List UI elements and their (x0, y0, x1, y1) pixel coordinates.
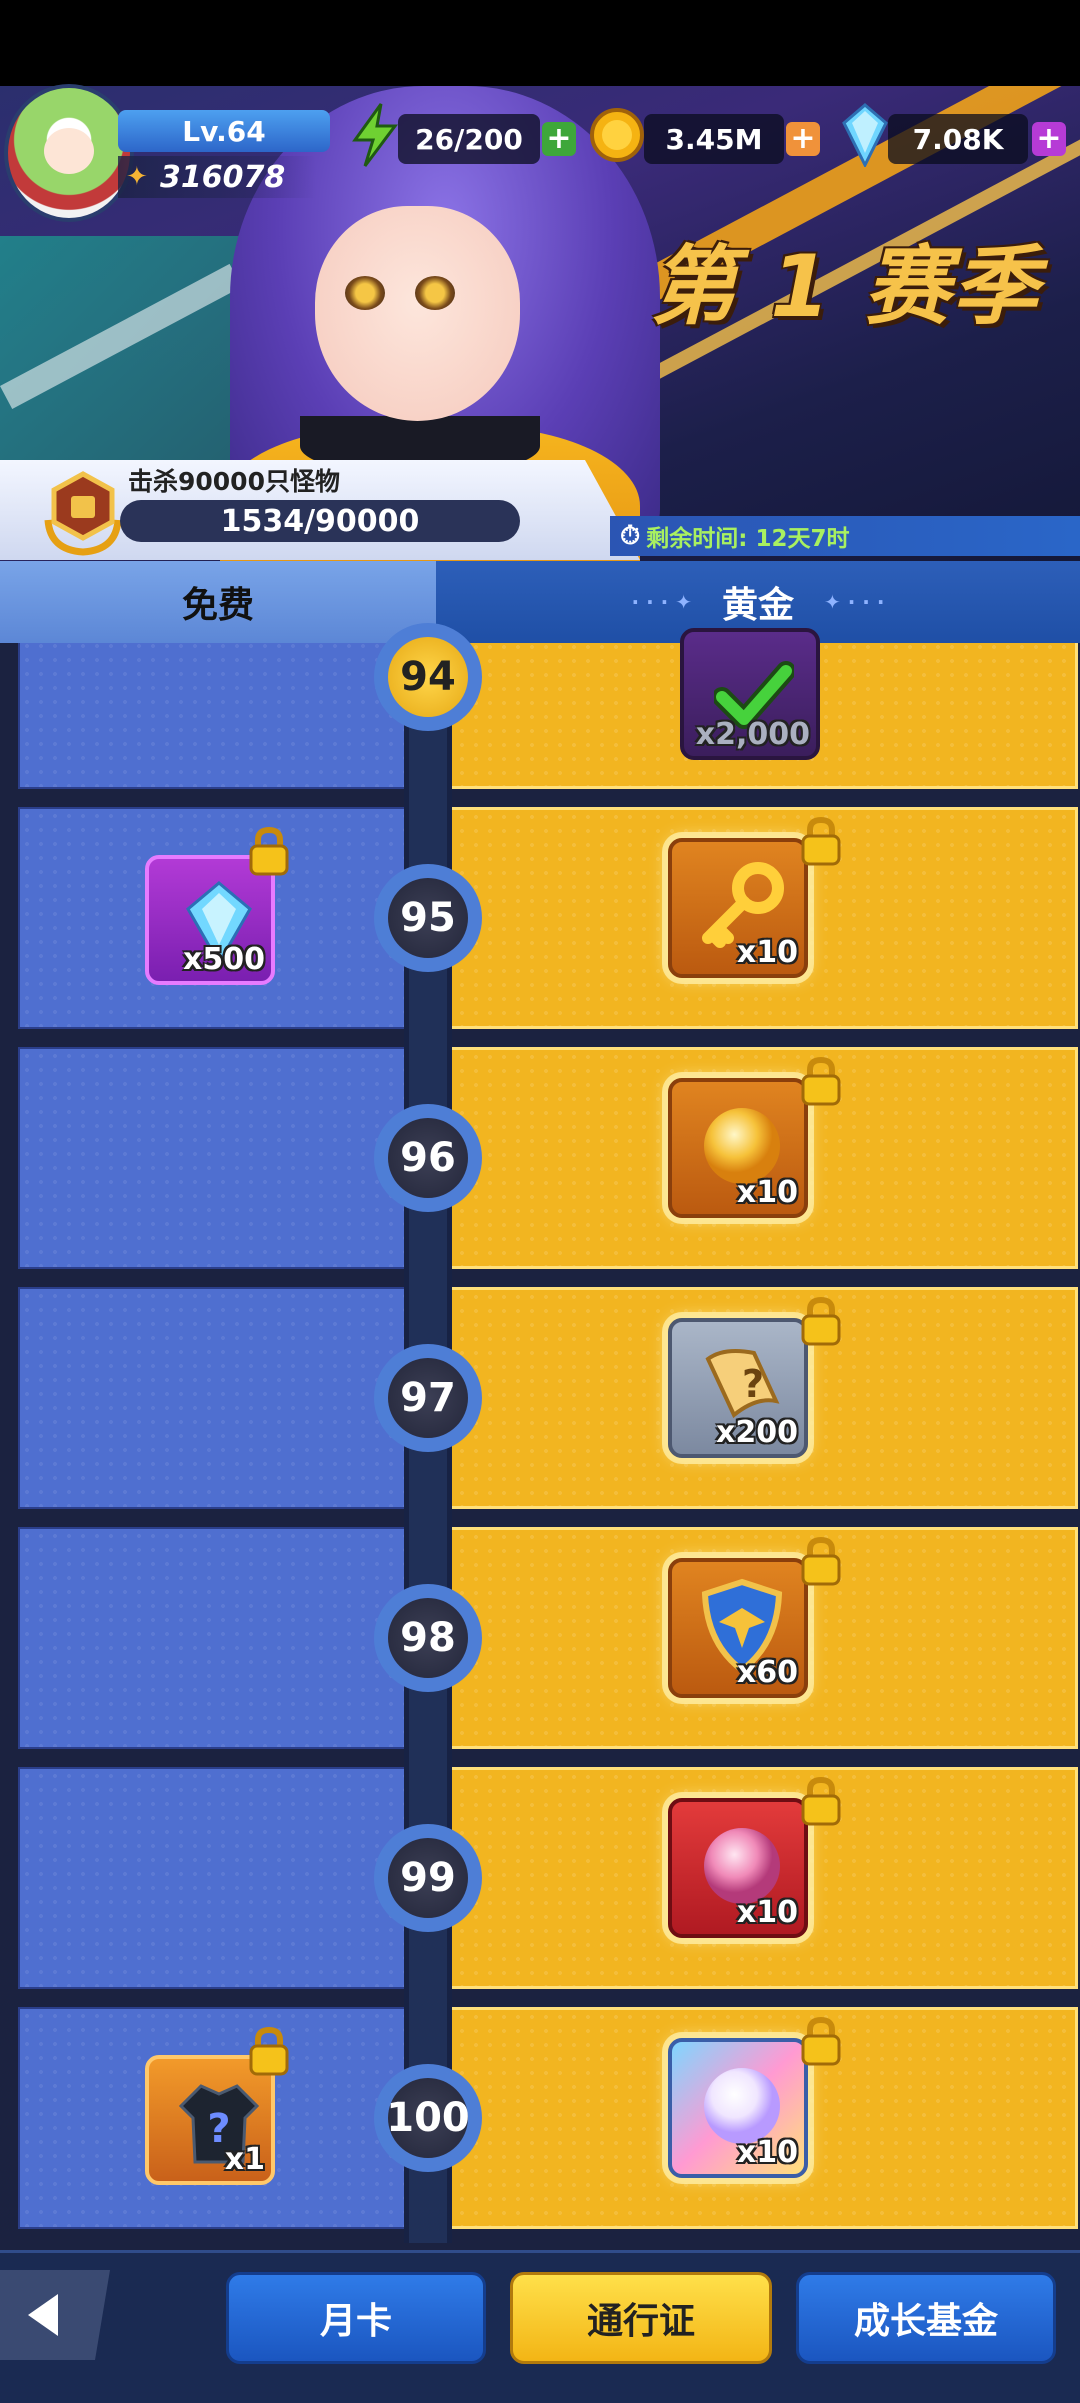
back-arrow-icon (28, 2294, 58, 2336)
energy-icon (344, 100, 406, 170)
tab-gold-label: 黄金 (721, 585, 794, 626)
level-number: 94 (388, 637, 468, 717)
level-node: 100 (374, 2064, 482, 2172)
reward-row (18, 1047, 1078, 1269)
reward-amount: x60 (736, 1655, 798, 1690)
status-bar (0, 0, 1080, 86)
hero-face (315, 206, 520, 421)
level-node: 98 (374, 1584, 482, 1692)
tab-gold-deco-left: · · · ✦ (631, 590, 692, 614)
growth-fund-button[interactable]: 成长基金 (796, 2272, 1056, 2364)
reward-amount: x10 (736, 1895, 798, 1930)
medal-icon (40, 470, 126, 556)
power-value: 316078 (160, 159, 286, 195)
reward-amount: x10 (736, 935, 798, 970)
hero-eye (415, 276, 455, 310)
tab-gold-deco-right: ✦ · · · (824, 590, 885, 614)
level-node: 96 (374, 1104, 482, 1212)
remaining-time: ⏱ 剩余时间: 12天7时 (620, 516, 850, 556)
lock-icon (800, 816, 842, 866)
level-number: 97 (388, 1358, 468, 1438)
gem-icon (834, 100, 896, 170)
level-node: 99 (374, 1824, 482, 1932)
lock-icon (248, 826, 290, 876)
quest-progress: 1534/90000 (120, 500, 520, 542)
level-number: 95 (388, 878, 468, 958)
reward-row (18, 1527, 1078, 1749)
reward-row (18, 1767, 1078, 1989)
pass-tabs: 免费 · · · ✦ 黄金 ✦ · · · (0, 561, 1080, 643)
hero-eye (345, 276, 385, 310)
coin-counter: 3.45M (644, 114, 784, 164)
svg-text:?: ? (742, 1362, 764, 1406)
power-display: ✦ 316078 (118, 156, 316, 198)
reward-row (18, 1287, 1078, 1509)
monthly-card-button[interactable]: 月卡 (226, 2272, 486, 2364)
gem-plus-button[interactable]: + (1032, 122, 1066, 156)
energy-plus-button[interactable]: + (542, 122, 576, 156)
avatar-face (44, 128, 94, 174)
lock-icon (248, 2026, 290, 2076)
power-icon: ✦ (126, 162, 148, 192)
lock-icon (800, 1776, 842, 1826)
quest-description: 击杀90000只怪物 (128, 467, 340, 496)
level-number: 98 (388, 1598, 468, 1678)
remaining-time-text: 剩余时间: 12天7时 (646, 526, 850, 552)
lock-icon (800, 2016, 842, 2066)
stopwatch-icon: ⏱ (620, 520, 641, 551)
reward-amount: x10 (736, 1175, 798, 1210)
gold-reward-100[interactable]: x10 (668, 2038, 808, 2178)
lock-icon (800, 1056, 842, 1106)
level-number: 99 (388, 1838, 468, 1918)
coin-plus-button[interactable]: + (786, 122, 820, 156)
gold-reward-99[interactable]: x10 (668, 1798, 808, 1938)
energy-counter: 26/200 (398, 114, 540, 164)
reward-row (18, 643, 1078, 789)
gold-reward-97[interactable]: ? x200 (668, 1318, 808, 1458)
level-node: 97 (374, 1344, 482, 1452)
coin-icon (586, 100, 648, 170)
level-number: 100 (386, 2078, 470, 2158)
gold-reward-98[interactable]: x60 (668, 1558, 808, 1698)
level-node: 94 (374, 623, 482, 731)
lock-icon (800, 1536, 842, 1586)
gold-reward-95[interactable]: x10 (668, 838, 808, 978)
lock-icon (800, 1296, 842, 1346)
gem-counter: 7.08K (888, 114, 1028, 164)
reward-amount: x1 (224, 2142, 265, 2177)
level-number: 96 (388, 1118, 468, 1198)
gold-reward-94[interactable]: x2,000 (680, 628, 820, 760)
level-node: 95 (374, 864, 482, 972)
reward-amount: x10 (736, 2135, 798, 2170)
reward-amount: x2,000 (695, 717, 810, 752)
season-title: 第 1 赛季 (650, 237, 1040, 337)
pass-button[interactable]: 通行证 (510, 2272, 772, 2364)
reward-amount: x500 (183, 942, 265, 977)
level-badge: Lv.64 (118, 110, 330, 152)
player-avatar[interactable] (4, 84, 134, 222)
reward-amount: x200 (716, 1415, 798, 1450)
gold-reward-96[interactable]: x10 (668, 1078, 808, 1218)
back-button[interactable] (0, 2270, 110, 2360)
tab-free[interactable]: 免费 (0, 561, 436, 643)
